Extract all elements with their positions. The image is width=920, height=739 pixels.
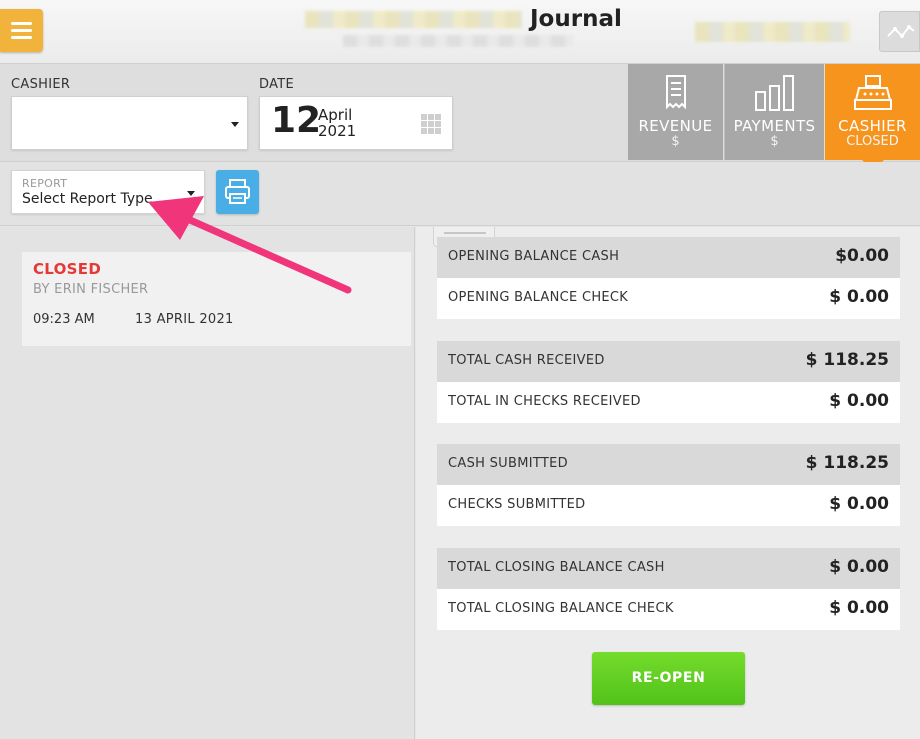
- annotation-arrow-icon: [148, 196, 352, 294]
